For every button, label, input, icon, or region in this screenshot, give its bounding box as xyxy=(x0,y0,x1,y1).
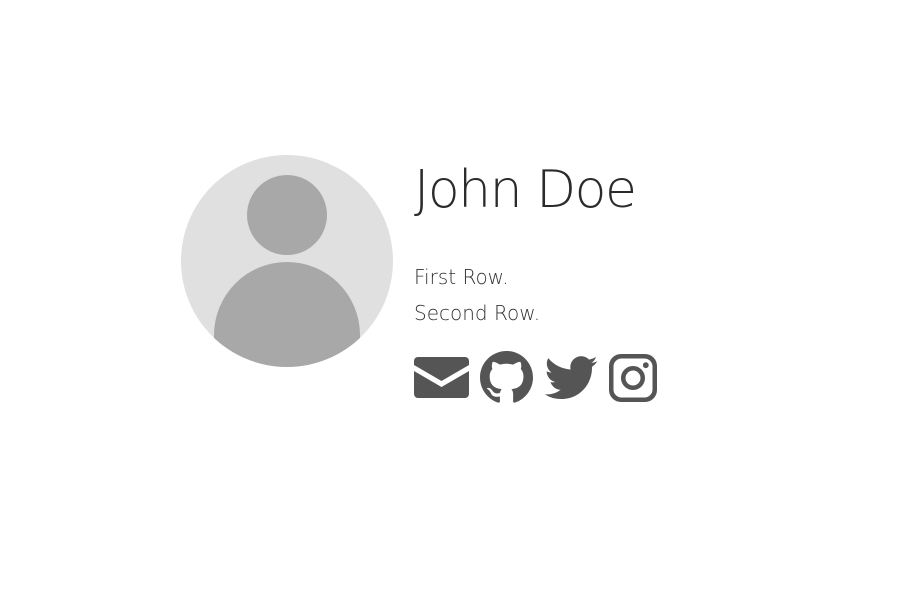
twitter-icon xyxy=(544,355,598,399)
instagram-link[interactable] xyxy=(609,353,657,402)
avatar-head-shape xyxy=(247,175,327,255)
github-link[interactable] xyxy=(480,351,533,404)
avatar-body-shape xyxy=(214,262,360,367)
social-links xyxy=(414,351,657,404)
profile-name: John Doe xyxy=(414,160,637,220)
envelope-icon xyxy=(414,357,469,398)
profile-card: John Doe First Row. Second Row. xyxy=(181,155,657,404)
github-icon xyxy=(480,351,533,403)
profile-info: John Doe First Row. Second Row. xyxy=(414,155,657,404)
profile-row-second: Second Row. xyxy=(414,301,541,325)
avatar xyxy=(181,155,393,367)
instagram-icon xyxy=(609,353,657,402)
twitter-link[interactable] xyxy=(544,355,598,400)
profile-rows: First Row. Second Row. xyxy=(414,259,657,331)
email-link[interactable] xyxy=(414,357,469,398)
profile-row-first: First Row. xyxy=(414,265,509,289)
